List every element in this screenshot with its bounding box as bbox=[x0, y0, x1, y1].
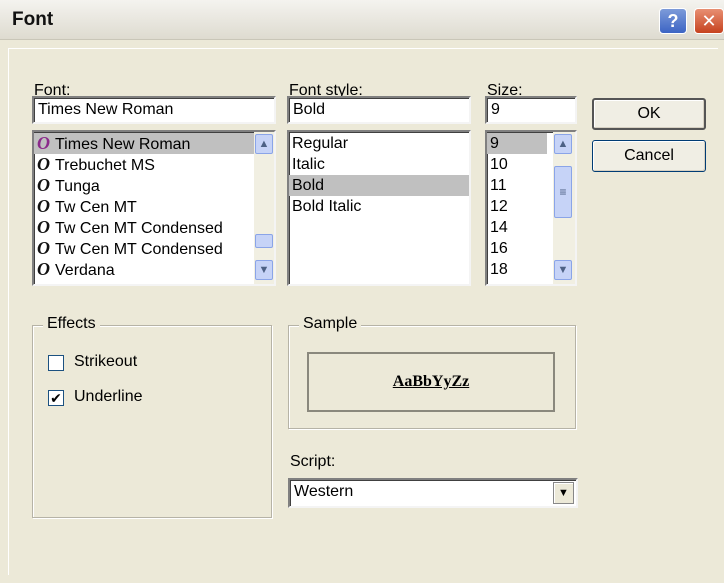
style-list-item[interactable]: Bold bbox=[289, 175, 469, 196]
style-list-item[interactable]: Bold Italic bbox=[289, 196, 469, 217]
scroll-down-icon: ▼ bbox=[557, 264, 569, 276]
help-icon: ? bbox=[667, 10, 679, 31]
style-item-label: Bold bbox=[292, 177, 325, 194]
sample-title: Sample bbox=[299, 315, 362, 333]
truetype-font-icon: O bbox=[37, 154, 50, 174]
underline-checkbox[interactable]: ✔ bbox=[48, 390, 64, 406]
font-item-label: Tunga bbox=[55, 178, 100, 195]
font-item-label: Trebuchet MS bbox=[55, 157, 155, 174]
size-list-item[interactable]: 9 bbox=[487, 133, 547, 154]
size-listbox[interactable]: 9 10 11 12 14 16 18 ▲ ≡ ▼ bbox=[485, 130, 577, 286]
size-list-item[interactable]: 11 bbox=[487, 175, 547, 196]
style-item-label: Regular bbox=[292, 135, 349, 152]
style-item-label: Bold Italic bbox=[292, 198, 362, 215]
cancel-button[interactable]: Cancel bbox=[592, 140, 706, 172]
size-list-item[interactable]: 10 bbox=[487, 154, 547, 175]
sample-preview: AaBbYyZz bbox=[307, 352, 555, 412]
size-item-label: 14 bbox=[490, 219, 508, 236]
effects-group: Effects bbox=[32, 315, 272, 518]
size-item-label: 16 bbox=[490, 240, 508, 257]
ok-button[interactable]: OK bbox=[592, 98, 706, 130]
check-mark-icon: ✔ bbox=[50, 390, 62, 406]
size-list-item[interactable]: 12 bbox=[487, 196, 547, 217]
font-scroll-down-button[interactable]: ▼ bbox=[255, 260, 273, 280]
strikeout-label[interactable]: Strikeout bbox=[74, 353, 137, 371]
font-item-label: Tw Cen MT Condensed bbox=[55, 241, 223, 258]
scroll-up-icon: ▲ bbox=[557, 138, 569, 150]
font-list-item[interactable]: O Tunga bbox=[34, 175, 254, 196]
script-dropdown-button[interactable]: ▼ bbox=[553, 482, 574, 504]
strikeout-checkbox[interactable] bbox=[48, 355, 64, 371]
scroll-up-icon: ▲ bbox=[258, 138, 270, 150]
truetype-font-icon: O bbox=[37, 259, 50, 279]
font-style-input[interactable]: Bold bbox=[287, 96, 471, 124]
script-label: Script: bbox=[290, 453, 336, 470]
style-list-item[interactable]: Italic bbox=[289, 154, 469, 175]
size-item-label: 11 bbox=[490, 177, 507, 194]
size-list: 9 10 11 12 14 16 18 bbox=[487, 133, 547, 280]
size-scroll-down-button[interactable]: ▼ bbox=[554, 260, 572, 280]
title-bar[interactable]: Font ? ✕ bbox=[0, 0, 724, 40]
size-item-label: 9 bbox=[490, 135, 499, 152]
truetype-font-icon: O bbox=[37, 238, 50, 258]
font-list-item[interactable]: O Tw Cen MT bbox=[34, 196, 254, 217]
font-style-listbox[interactable]: Regular Italic Bold Bold Italic bbox=[287, 130, 471, 286]
size-scrollbar[interactable]: ▲ ≡ ▼ bbox=[553, 132, 575, 284]
font-item-label: Times New Roman bbox=[55, 136, 191, 153]
truetype-font-icon: O bbox=[37, 175, 50, 195]
grip-icon: ≡ bbox=[559, 185, 567, 199]
close-button[interactable]: ✕ bbox=[694, 8, 724, 34]
chevron-down-icon: ▼ bbox=[558, 487, 569, 499]
font-scroll-thumb[interactable] bbox=[255, 234, 273, 248]
font-item-label: Verdana bbox=[55, 262, 115, 279]
font-style-list: Regular Italic Bold Bold Italic bbox=[289, 133, 469, 217]
close-icon: ✕ bbox=[701, 10, 717, 31]
size-list-item[interactable]: 16 bbox=[487, 238, 547, 259]
truetype-font-icon: O bbox=[37, 196, 50, 216]
effects-title: Effects bbox=[43, 315, 100, 333]
font-list-item[interactable]: O Tw Cen MT Condensed bbox=[34, 217, 254, 238]
font-list-item[interactable]: O Times New Roman bbox=[34, 133, 254, 154]
style-list-item[interactable]: Regular bbox=[289, 133, 469, 154]
font-name-input[interactable]: Times New Roman bbox=[32, 96, 276, 124]
size-item-label: 18 bbox=[490, 261, 508, 278]
underline-label[interactable]: Underline bbox=[74, 388, 142, 406]
font-list-item[interactable]: O Tw Cen MT Condensed bbox=[34, 238, 254, 259]
font-list: O Times New Roman O Trebuchet MS O Tunga O Tw C… bbox=[34, 133, 254, 280]
font-list-item[interactable]: O Verdana bbox=[34, 259, 254, 280]
font-scrollbar[interactable]: ▲ ▼ bbox=[254, 132, 274, 284]
sample-text: AaBbYyZz bbox=[392, 373, 470, 390]
window-title: Font bbox=[12, 9, 54, 30]
font-list-item[interactable]: O Trebuchet MS bbox=[34, 154, 254, 175]
size-item-label: 12 bbox=[490, 198, 508, 215]
size-item-label: 10 bbox=[490, 156, 508, 173]
size-list-item[interactable]: 14 bbox=[487, 217, 547, 238]
script-select[interactable]: Western ▼ bbox=[288, 478, 578, 508]
scroll-down-icon: ▼ bbox=[258, 264, 270, 276]
truetype-font-icon: O bbox=[37, 217, 50, 237]
font-item-label: Tw Cen MT bbox=[55, 199, 137, 216]
help-button[interactable]: ? bbox=[659, 8, 687, 34]
size-scroll-up-button[interactable]: ▲ bbox=[554, 134, 572, 154]
style-item-label: Italic bbox=[292, 156, 325, 173]
script-value: Western bbox=[294, 483, 354, 500]
font-listbox[interactable]: O Times New Roman O Trebuchet MS O Tunga O Tw C… bbox=[32, 130, 276, 286]
font-scroll-up-button[interactable]: ▲ bbox=[255, 134, 273, 154]
size-scroll-thumb[interactable]: ≡ bbox=[554, 166, 572, 218]
truetype-font-icon: O bbox=[37, 133, 50, 153]
size-list-item[interactable]: 18 bbox=[487, 259, 547, 280]
font-item-label: Tw Cen MT Condensed bbox=[55, 220, 223, 237]
size-input[interactable]: 9 bbox=[485, 96, 577, 124]
